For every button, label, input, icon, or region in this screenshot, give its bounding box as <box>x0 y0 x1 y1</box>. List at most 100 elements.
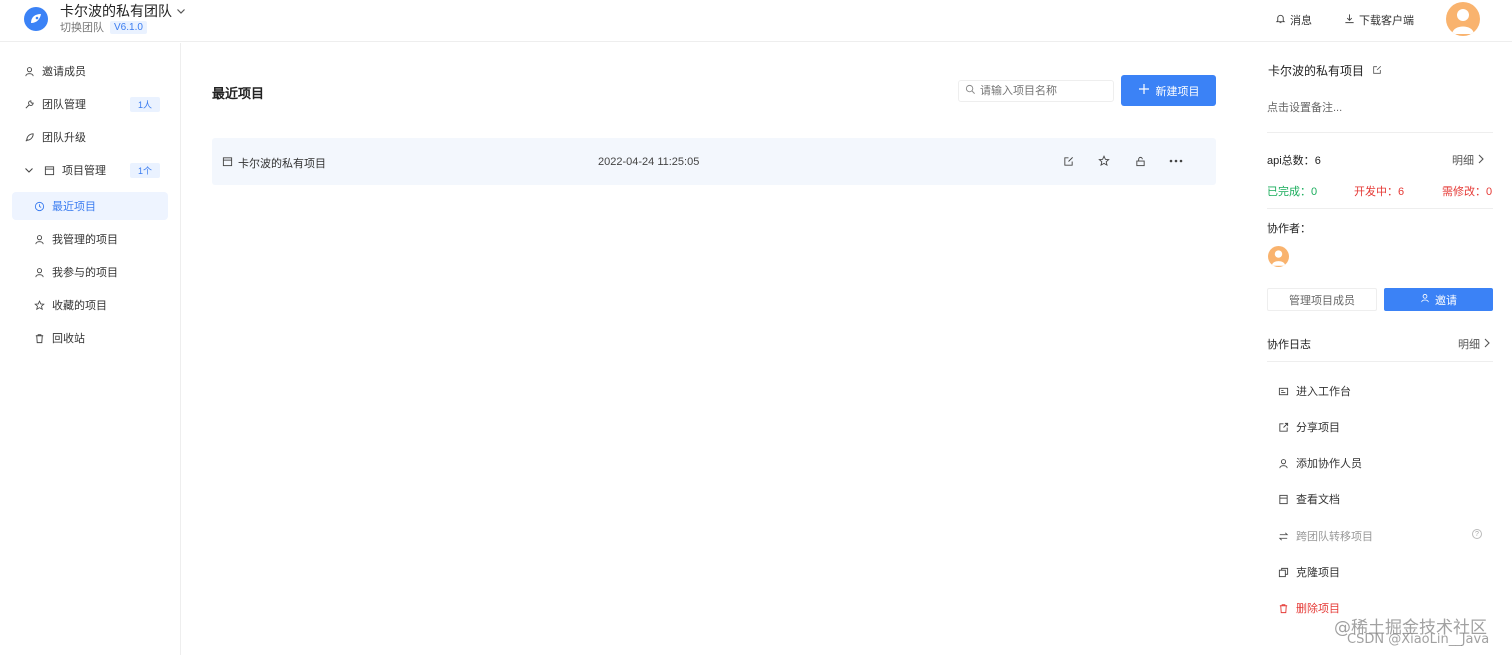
help-icon[interactable]: ? <box>1472 529 1482 539</box>
divider <box>1267 132 1493 133</box>
chevron-right-icon <box>1477 154 1485 167</box>
messages-label: 消息 <box>1290 15 1312 27</box>
team-switcher[interactable]: 卡尔波的私有团队 <box>60 1 186 21</box>
action-delete-project[interactable]: 删除项目 <box>1277 600 1340 616</box>
sidebar-item-label: 我参与的项目 <box>52 267 118 279</box>
action-transfer-project[interactable]: 跨团队转移项目 <box>1277 528 1373 544</box>
wrench-icon <box>22 97 36 111</box>
download-client-button[interactable]: 下载客户端 <box>1344 12 1414 28</box>
project-search[interactable] <box>958 80 1130 102</box>
download-icon <box>1344 13 1355 27</box>
invite-button[interactable]: 邀请 <box>1384 288 1493 311</box>
project-icon <box>222 156 233 170</box>
action-add-collaborator[interactable]: 添加协作人员 <box>1277 455 1362 471</box>
action-enter-workspace[interactable]: 进入工作台 <box>1277 383 1351 399</box>
invite-label: 邀请 <box>1435 294 1457 307</box>
plus-icon <box>1138 83 1150 98</box>
edit-icon[interactable] <box>1061 154 1075 168</box>
sidebar-item-my-managed-projects[interactable]: 我管理的项目 <box>12 225 168 253</box>
lock-icon[interactable] <box>1133 154 1147 168</box>
sidebar-item-recent-projects[interactable]: 最近项目 <box>12 192 168 220</box>
log-detail-link[interactable]: 明细 <box>1458 336 1491 352</box>
action-clone-project[interactable]: 克隆项目 <box>1277 564 1340 580</box>
team-name: 卡尔波的私有团队 <box>60 3 172 19</box>
team-subline: 切换团队 V6.1.0 <box>60 19 147 35</box>
user-icon <box>1420 293 1430 306</box>
star-icon[interactable] <box>1097 154 1111 168</box>
api-total-label: api总数： <box>1267 155 1315 167</box>
sidebar-item-team-upgrade[interactable]: 团队升级 <box>12 123 168 151</box>
transfer-icon <box>1277 530 1289 542</box>
stat-modify: 需修改：0 <box>1442 183 1492 199</box>
more-icon[interactable] <box>1169 154 1183 168</box>
trash-icon <box>1277 602 1289 614</box>
sidebar-item-my-joined-projects[interactable]: 我参与的项目 <box>12 258 168 286</box>
stat-done: 已完成：0 <box>1267 183 1317 199</box>
action-label: 添加协作人员 <box>1296 458 1362 470</box>
project-note[interactable]: 点击设置备注... <box>1267 99 1342 115</box>
team-logo-icon[interactable] <box>24 7 48 31</box>
sidebar-item-recycle-bin[interactable]: 回收站 <box>12 324 168 352</box>
action-label: 跨团队转移项目 <box>1296 531 1373 543</box>
sidebar-item-team-management[interactable]: 团队管理 1人 <box>12 90 168 118</box>
action-view-docs[interactable]: 查看文档 <box>1277 491 1340 507</box>
member-count-badge: 1人 <box>129 97 160 112</box>
collaborators-label: 协作者： <box>1267 223 1311 235</box>
manage-members-button[interactable]: 管理项目成员 <box>1267 288 1377 311</box>
new-project-button[interactable]: 新建项目 <box>1121 75 1216 106</box>
chevron-down-icon <box>176 3 186 19</box>
edit-icon[interactable] <box>1372 64 1382 78</box>
bell-icon <box>1275 13 1286 27</box>
page-title: 最近项目 <box>212 86 265 101</box>
api-total: api总数：6 <box>1267 152 1321 168</box>
trash-icon <box>32 331 46 345</box>
panel-project-name: 卡尔波的私有项目 <box>1268 64 1365 78</box>
detail-label: 明细 <box>1452 155 1474 167</box>
project-row[interactable]: 卡尔波的私有项目 2022-04-24 11:25:05 <box>212 138 1216 185</box>
detail-label: 明细 <box>1458 339 1480 351</box>
user-icon <box>1277 457 1289 469</box>
api-detail-link[interactable]: 明细 <box>1452 152 1485 168</box>
download-label: 下载客户端 <box>1359 15 1414 27</box>
collab-log-label: 协作日志 <box>1267 339 1311 351</box>
action-share-project[interactable]: 分享项目 <box>1277 419 1340 435</box>
user-icon <box>22 64 36 78</box>
search-input[interactable] <box>980 85 1122 97</box>
share-icon <box>1277 421 1289 433</box>
action-label: 查看文档 <box>1296 494 1340 506</box>
clock-icon <box>32 199 46 213</box>
switch-team-link[interactable]: 切换团队 <box>60 19 104 35</box>
user-avatar[interactable] <box>1446 2 1480 36</box>
user-icon <box>32 265 46 279</box>
project-name: 卡尔波的私有项目 <box>238 158 326 170</box>
collaborator-avatar[interactable] <box>1268 246 1289 267</box>
new-project-label: 新建项目 <box>1155 85 1200 98</box>
sidebar-item-label: 团队升级 <box>42 132 86 144</box>
sidebar-item-project-management[interactable]: 项目管理 1个 <box>12 156 168 184</box>
sidebar-item-starred-projects[interactable]: 收藏的项目 <box>12 291 168 319</box>
search-icon <box>965 84 976 98</box>
sidebar-item-invite-members[interactable]: 邀请成员 <box>12 57 168 85</box>
stat-dev-value: 6 <box>1398 186 1405 198</box>
divider <box>1267 208 1493 209</box>
sidebar-item-label: 团队管理 <box>42 99 86 111</box>
stat-dev: 开发中：6 <box>1354 183 1404 199</box>
rocket-icon <box>22 130 36 144</box>
watermark-csdn: CSDN @XiaoLin__Java <box>1347 632 1490 647</box>
sidebar-item-label: 最近项目 <box>52 201 96 213</box>
api-total-value: 6 <box>1314 155 1321 167</box>
stat-done-label: 已完成： <box>1267 186 1311 198</box>
action-label: 分享项目 <box>1296 422 1340 434</box>
stat-modify-value: 0 <box>1486 186 1493 198</box>
sidebar-item-label: 收藏的项目 <box>52 300 107 312</box>
workspace-icon <box>1277 385 1289 397</box>
top-header: 卡尔波的私有团队 切换团队 V6.1.0 消息 下载客户端 <box>0 0 1512 42</box>
action-label: 克隆项目 <box>1296 567 1340 579</box>
chevron-right-icon <box>1483 338 1491 351</box>
panel-project-title: 卡尔波的私有项目 <box>1268 62 1382 79</box>
user-icon <box>32 232 46 246</box>
project-count-badge: 1个 <box>129 163 160 178</box>
divider <box>1267 361 1493 362</box>
messages-button[interactable]: 消息 <box>1275 12 1312 28</box>
project-name-cell: 卡尔波的私有项目 <box>222 155 326 171</box>
